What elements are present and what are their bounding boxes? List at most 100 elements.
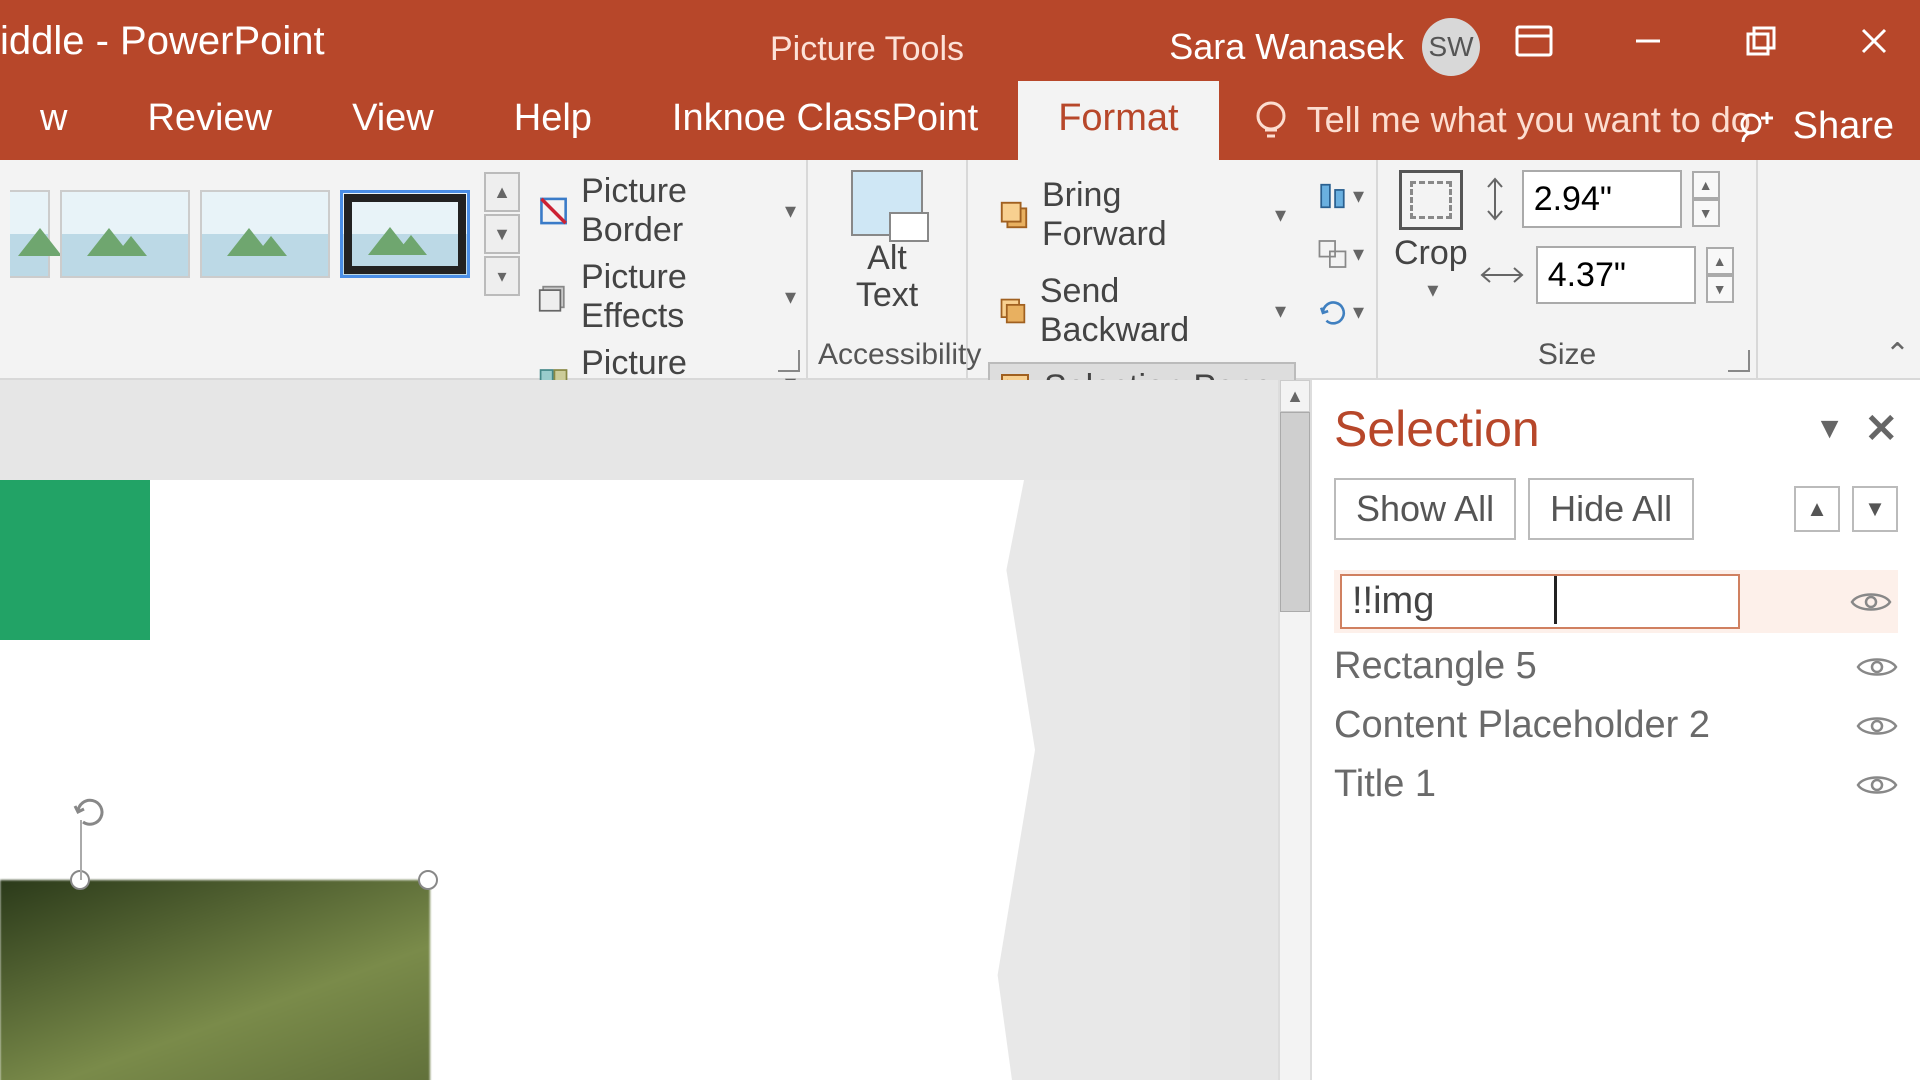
tab-review[interactable]: Review bbox=[107, 81, 312, 160]
hide-all-button[interactable]: Hide All bbox=[1528, 478, 1694, 540]
align-icon bbox=[1316, 177, 1349, 215]
slide-canvas[interactable] bbox=[0, 380, 1278, 1080]
visibility-toggle[interactable] bbox=[1850, 587, 1892, 617]
alt-text-label: Alt Text bbox=[856, 240, 918, 315]
rotate-button[interactable]: ▾ bbox=[1314, 286, 1366, 338]
dropdown-icon[interactable]: ▾ bbox=[1275, 202, 1286, 228]
visibility-toggle[interactable] bbox=[1856, 711, 1898, 741]
rotation-stem bbox=[80, 820, 82, 880]
close-button[interactable] bbox=[1828, 0, 1920, 82]
move-down-button[interactable]: ▼ bbox=[1852, 486, 1898, 532]
height-input[interactable] bbox=[1522, 170, 1682, 228]
send-backward-label: Send Backward bbox=[1040, 272, 1249, 350]
window-title: iddle - PowerPoint bbox=[0, 19, 325, 64]
dropdown-icon: ▾ bbox=[1353, 183, 1364, 209]
move-up-button[interactable]: ▲ bbox=[1794, 486, 1840, 532]
width-spinner[interactable]: ▲▼ bbox=[1706, 247, 1734, 303]
dropdown-icon: ▾ bbox=[785, 198, 796, 224]
align-button[interactable]: ▾ bbox=[1314, 170, 1366, 222]
tab-inknoe-classpoint[interactable]: Inknoe ClassPoint bbox=[632, 81, 1018, 160]
share-button[interactable]: Share bbox=[1735, 105, 1894, 148]
workspace: ▲ Selection ▼ ✕ Show All Hide All ▲ ▼ bbox=[0, 380, 1920, 1080]
tab-partial[interactable]: w bbox=[0, 81, 107, 160]
picture-styles-gallery[interactable]: ▲ ▼ ▾ bbox=[10, 166, 526, 296]
selection-rename-input[interactable] bbox=[1340, 574, 1740, 629]
group-label-accessibility: Accessibility bbox=[818, 334, 956, 378]
picture-border-label: Picture Border bbox=[581, 172, 769, 250]
selection-list: Rectangle 5 Content Placeholder 2 Title … bbox=[1334, 570, 1898, 810]
lightbulb-icon bbox=[1249, 98, 1293, 142]
dropdown-icon: ▾ bbox=[785, 284, 796, 310]
tab-help[interactable]: Help bbox=[474, 81, 632, 160]
dropdown-icon: ▾ bbox=[1353, 299, 1364, 325]
picture-style-thumb[interactable] bbox=[10, 190, 50, 278]
selection-item[interactable]: Content Placeholder 2 bbox=[1334, 700, 1898, 751]
tell-me-label: Tell me what you want to do bbox=[1307, 99, 1751, 141]
maximize-button[interactable] bbox=[1715, 0, 1807, 82]
bring-forward-icon bbox=[998, 198, 1030, 232]
avatar: SW bbox=[1422, 18, 1480, 76]
send-backward-button[interactable]: Send Backward ▾ bbox=[988, 266, 1296, 356]
dropdown-icon[interactable]: ▾ bbox=[1427, 277, 1438, 303]
scroll-up-button[interactable]: ▲ bbox=[1280, 380, 1310, 412]
picture-style-thumb-selected[interactable] bbox=[340, 190, 470, 278]
width-input[interactable] bbox=[1536, 246, 1696, 304]
tell-me-search[interactable]: Tell me what you want to do bbox=[1219, 98, 1781, 160]
selection-item-name: Title 1 bbox=[1334, 763, 1856, 806]
pane-title: Selection bbox=[1334, 400, 1795, 458]
picture-border-button[interactable]: Picture Border ▾ bbox=[538, 172, 796, 250]
titlebar: iddle - PowerPoint Picture Tools Sara Wa… bbox=[0, 0, 1920, 82]
text-cursor-icon bbox=[1554, 576, 1557, 624]
crop-button[interactable]: Crop ▾ bbox=[1394, 170, 1468, 303]
group-button[interactable]: ▾ bbox=[1314, 228, 1366, 280]
minimize-button[interactable] bbox=[1602, 0, 1694, 82]
bring-forward-button[interactable]: Bring Forward ▾ bbox=[988, 170, 1296, 260]
show-all-button[interactable]: Show All bbox=[1334, 478, 1516, 540]
share-label: Share bbox=[1793, 105, 1894, 148]
alt-text-button[interactable]: Alt Text bbox=[831, 166, 943, 319]
gallery-more[interactable]: ▾ bbox=[484, 256, 520, 296]
vertical-scrollbar[interactable]: ▲ bbox=[1278, 380, 1310, 1080]
scroll-thumb[interactable] bbox=[1280, 412, 1310, 612]
picture-border-icon bbox=[538, 193, 569, 229]
bring-forward-label: Bring Forward bbox=[1042, 176, 1243, 254]
selection-item-name: Rectangle 5 bbox=[1334, 645, 1856, 688]
group-accessibility: Alt Text Accessibility bbox=[808, 160, 968, 378]
gallery-scroll-down[interactable]: ▼ bbox=[484, 214, 520, 254]
group-picture-styles: ▲ ▼ ▾ Picture Border ▾ Picture Effects▾ P… bbox=[0, 160, 808, 378]
selected-picture[interactable] bbox=[0, 880, 430, 1080]
selection-item-editing[interactable] bbox=[1334, 570, 1898, 633]
shape-rectangle[interactable] bbox=[0, 480, 150, 640]
selection-item[interactable]: Rectangle 5 bbox=[1334, 641, 1898, 692]
ribbon: ▲ ▼ ▾ Picture Border ▾ Picture Effects▾ P… bbox=[0, 160, 1920, 380]
width-input-row: ▲▼ bbox=[1478, 246, 1734, 304]
dialog-launcher-size[interactable] bbox=[1728, 350, 1750, 372]
picture-effects-button[interactable]: Picture Effects▾ bbox=[538, 258, 796, 336]
send-backward-icon bbox=[998, 294, 1028, 328]
rotation-handle[interactable] bbox=[70, 790, 110, 830]
pane-options-dropdown[interactable]: ▼ bbox=[1815, 412, 1845, 446]
dialog-launcher-picture-styles[interactable] bbox=[778, 350, 800, 372]
ribbon-display-options-button[interactable] bbox=[1488, 0, 1580, 82]
visibility-toggle[interactable] bbox=[1856, 652, 1898, 682]
collapse-ribbon-button[interactable]: ⌃ bbox=[1885, 337, 1910, 372]
selection-item-name: Content Placeholder 2 bbox=[1334, 704, 1856, 747]
picture-style-thumb[interactable] bbox=[200, 190, 330, 278]
selection-item[interactable]: Title 1 bbox=[1334, 759, 1898, 810]
height-spinner[interactable]: ▲▼ bbox=[1692, 171, 1720, 227]
rotate-icon bbox=[1316, 293, 1349, 331]
gallery-scroll-up[interactable]: ▲ bbox=[484, 172, 520, 212]
width-icon bbox=[1478, 258, 1526, 292]
tab-format[interactable]: Format bbox=[1018, 81, 1218, 160]
scroll-track[interactable] bbox=[1280, 412, 1310, 1080]
picture-style-thumb[interactable] bbox=[60, 190, 190, 278]
picture-tools-label: Picture Tools bbox=[770, 30, 964, 69]
ribbon-tabs: w Review View Help Inknoe ClassPoint For… bbox=[0, 82, 1920, 160]
pane-close-button[interactable]: ✕ bbox=[1864, 406, 1898, 452]
user-info[interactable]: Sara Wanasek SW bbox=[1169, 18, 1480, 76]
dropdown-icon[interactable]: ▾ bbox=[1275, 298, 1286, 324]
visibility-toggle[interactable] bbox=[1856, 770, 1898, 800]
selection-handle[interactable] bbox=[418, 870, 438, 890]
picture-effects-icon bbox=[538, 279, 569, 315]
tab-view[interactable]: View bbox=[312, 81, 474, 160]
